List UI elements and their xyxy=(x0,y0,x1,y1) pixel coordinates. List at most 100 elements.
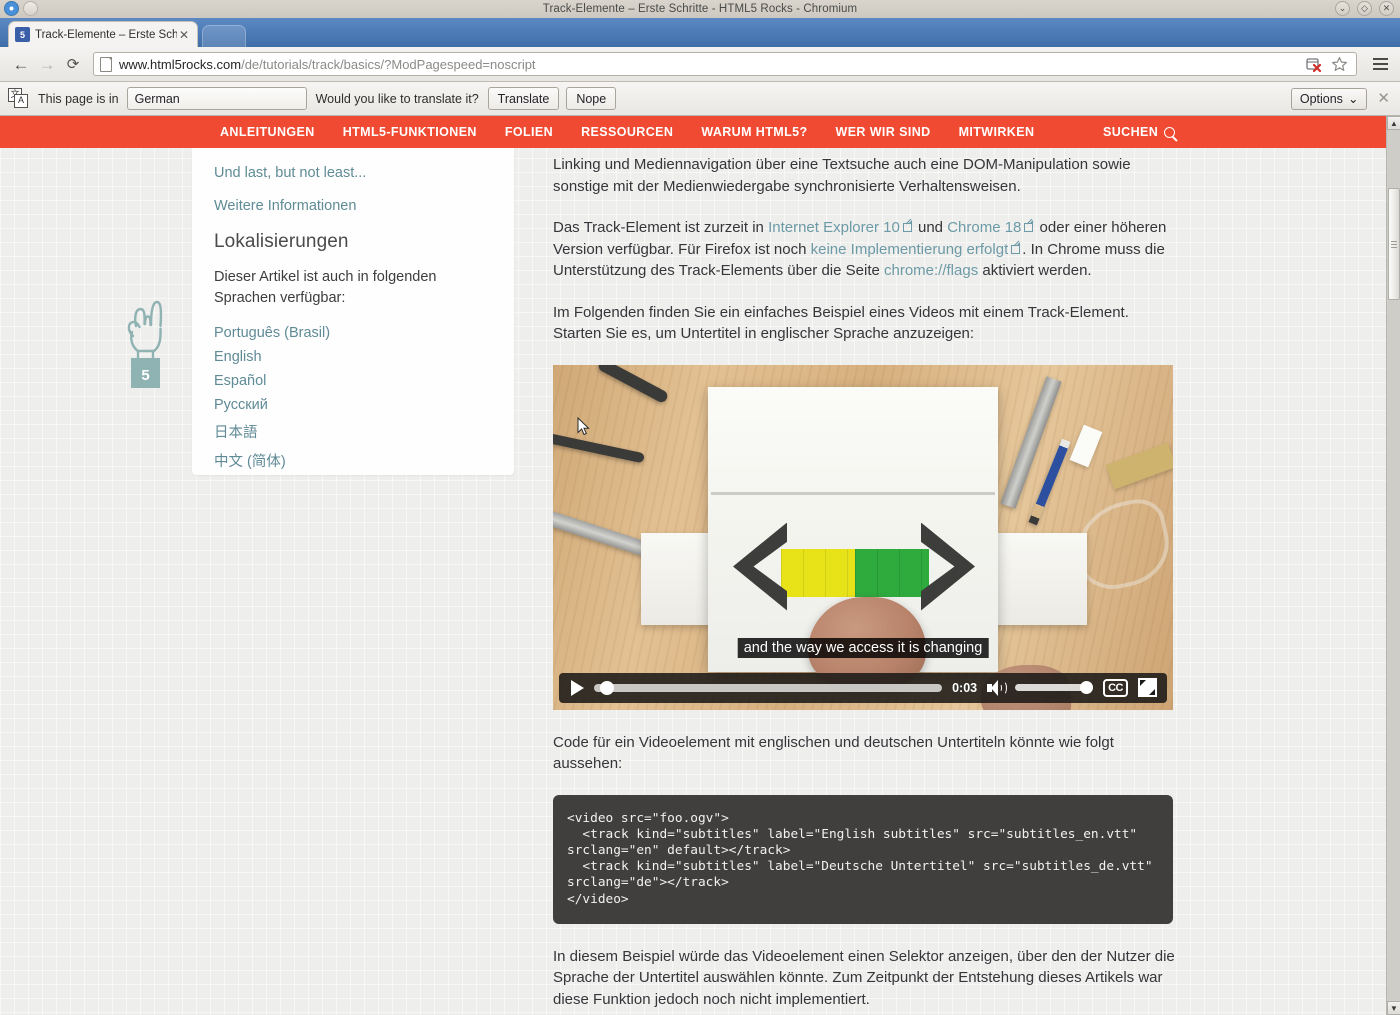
translate-bar-close-icon[interactable]: ✕ xyxy=(1377,91,1392,106)
language-link-russian[interactable]: Русский xyxy=(214,397,492,413)
link-internet-explorer-10[interactable]: Internet Explorer 10 xyxy=(768,219,900,236)
speaker-icon[interactable] xyxy=(987,679,1008,696)
code-snippet: <video src="foo.ogv"> <track kind="subti… xyxy=(567,810,1153,907)
fullscreen-icon[interactable] xyxy=(1138,678,1157,697)
site-nav-items: ANLEITUNGEN HTML5-FUNKTIONEN FOLIEN RESS… xyxy=(206,125,1048,139)
html5-shield-icon: 5 xyxy=(15,27,30,42)
site-navigation-bar: ANLEITUNGEN HTML5-FUNKTIONEN FOLIEN RESS… xyxy=(0,116,1386,148)
article-body: Linking und Mediennavigation über eine T… xyxy=(553,148,1178,1015)
color-blocks xyxy=(781,548,929,597)
url-domain: www.html5rocks.com xyxy=(119,56,242,72)
article-paragraph-5: In diesem Beispiel würde das Videoelemen… xyxy=(553,947,1175,1008)
external-link-icon xyxy=(902,220,912,232)
volume-slider[interactable] xyxy=(1015,681,1094,694)
language-link-chinese[interactable]: 中文 (简体) xyxy=(214,450,492,471)
paper-flap-left xyxy=(641,532,715,625)
close-button[interactable]: ✕ xyxy=(1379,1,1394,16)
article-paragraph-4: Code für ein Videoelement mit englischen… xyxy=(553,733,1114,773)
translate-bar-right: Options ⌄ ✕ xyxy=(1290,87,1392,110)
page-viewport: ANLEITUNGEN HTML5-FUNKTIONEN FOLIEN RESS… xyxy=(0,116,1400,1015)
new-tab-button[interactable] xyxy=(202,25,246,47)
forward-button[interactable]: → xyxy=(34,51,60,77)
scrollbar-thumb[interactable] xyxy=(1388,188,1400,300)
options-button[interactable]: Options ⌄ xyxy=(1290,87,1368,110)
window-title: Track-Elemente – Erste Schritte - HTML5 … xyxy=(542,3,858,15)
language-link-english[interactable]: English xyxy=(214,349,492,365)
tab-title: Track-Elemente – Erste Schritte - HTML5 … xyxy=(35,28,177,41)
nav-item-wer-wir-sind[interactable]: WER WIR SIND xyxy=(822,125,945,139)
progress-knob[interactable] xyxy=(600,680,614,695)
closed-captions-button[interactable]: CC xyxy=(1103,678,1128,697)
article-paragraph-2: Das Track-Element ist zurzeit in Interne… xyxy=(553,217,1178,282)
scroll-up-arrow[interactable]: ▲ xyxy=(1387,116,1400,130)
article-paragraph-1: Linking und Mediennavigation über eine T… xyxy=(553,156,1131,195)
language-select[interactable]: German ⌄ xyxy=(126,87,307,256)
nav-item-ressourcen[interactable]: RESSOURCEN xyxy=(567,125,687,139)
back-button[interactable]: ← xyxy=(8,51,34,77)
volume-knob[interactable] xyxy=(1080,681,1094,694)
video-current-time: 0:03 xyxy=(952,680,978,695)
titlebar-left-icons xyxy=(4,1,38,16)
video-controls-bar: 0:03 CC xyxy=(559,672,1167,703)
window-icon xyxy=(23,1,38,16)
video-player[interactable]: and the way we access it is changing 0:0… xyxy=(553,364,1173,710)
nope-button[interactable]: Nope xyxy=(566,87,617,110)
search-label: SUCHEN xyxy=(1103,125,1159,139)
hamburger-menu-icon[interactable] xyxy=(1368,51,1392,77)
sidebar-intro-text: Dieser Artikel ist auch in folgenden Spr… xyxy=(214,269,437,306)
site-search[interactable]: SUCHEN xyxy=(1103,116,1176,148)
mouse-cursor xyxy=(577,416,590,435)
tab-close-icon[interactable]: ✕ xyxy=(177,29,191,41)
article-paragraph-3: Im Folgenden finden Sie ein einfaches Be… xyxy=(553,303,1129,343)
reload-button[interactable]: ⟳ xyxy=(60,51,86,77)
chromium-logo-icon xyxy=(4,1,19,16)
address-bar[interactable]: www.html5rocks.com/de/tutorials/track/ba… xyxy=(93,52,1357,76)
html5-rock-hand-icon: 5 xyxy=(127,300,163,388)
nav-item-folien[interactable]: FOLIEN xyxy=(491,125,567,139)
link-chrome-flags[interactable]: chrome://flags xyxy=(884,262,978,279)
video-progress-slider[interactable] xyxy=(594,680,943,695)
link-keine-implementierung[interactable]: keine Implementierung erfolgt xyxy=(811,241,1009,258)
page-document-icon xyxy=(100,56,112,72)
browser-toolbar: ← → ⟳ www.html5rocks.com/de/tutorials/tr… xyxy=(0,47,1400,82)
translate-icon: 文 A xyxy=(8,87,30,110)
tab-strip: 5 Track-Elemente – Erste Schritte - HTML… xyxy=(0,18,1400,47)
p2-text-1: Das Track-Element ist zurzeit in xyxy=(553,219,769,236)
nav-item-mitwirken[interactable]: MITWIRKEN xyxy=(945,125,1049,139)
svg-text:5: 5 xyxy=(141,367,149,384)
translate-prefix-label: This page is in xyxy=(38,91,119,106)
sidebar-toc-link-1[interactable]: Und last, but not least... xyxy=(214,166,492,181)
code-block: <video src="foo.ogv"> <track kind="subti… xyxy=(553,794,1173,924)
url-path: /de/tutorials/track/basics/?ModPagespeed… xyxy=(241,56,536,72)
video-caption-text: and the way we access it is changing xyxy=(737,637,989,658)
scroll-down-arrow[interactable]: ▼ xyxy=(1387,1001,1400,1015)
cookie-blocked-icon[interactable] xyxy=(1305,56,1323,72)
language-link-japanese[interactable]: 日本語 xyxy=(214,421,492,442)
maximize-button[interactable]: ◇ xyxy=(1357,1,1372,16)
language-link-espanol[interactable]: Español xyxy=(214,373,492,389)
paper-flap-right xyxy=(991,532,1087,625)
nav-item-anleitungen[interactable]: ANLEITUNGEN xyxy=(206,125,329,139)
browser-tab[interactable]: 5 Track-Elemente – Erste Schritte - HTML… xyxy=(8,21,198,47)
play-icon[interactable] xyxy=(571,679,584,696)
translate-question-label: Would you like to translate it? xyxy=(315,91,479,106)
language-link-pt-br[interactable]: Português (Brasil) xyxy=(214,325,492,341)
nav-item-warum-html5[interactable]: WARUM HTML5? xyxy=(687,125,821,139)
translate-button[interactable]: Translate xyxy=(487,87,560,110)
link-chrome-18[interactable]: Chrome 18 xyxy=(947,219,1021,236)
window-titlebar: Track-Elemente – Erste Schritte - HTML5 … xyxy=(0,0,1400,18)
minimize-button[interactable]: ⌄ xyxy=(1335,1,1350,16)
p2-text-2: und xyxy=(913,219,948,236)
sidebar-toc-link-2[interactable]: Weitere Informationen xyxy=(214,198,492,214)
external-link-icon xyxy=(1011,241,1021,254)
translate-infobar: 文 A This page is in German ⌄ Would you l… xyxy=(0,82,1400,256)
window-controls[interactable]: ⌄ ◇ ✕ xyxy=(1335,1,1394,16)
yellow-blocks xyxy=(781,548,855,597)
language-select-value: German xyxy=(134,91,180,106)
search-loupe-icon xyxy=(1164,126,1176,138)
omnibox-actions xyxy=(1305,56,1350,72)
nav-item-html5-funktionen[interactable]: HTML5-FUNKTIONEN xyxy=(329,125,491,139)
bookmark-star-icon[interactable] xyxy=(1331,56,1348,72)
page-scrollbar[interactable]: ▲ ▼ xyxy=(1386,116,1400,1015)
external-link-icon xyxy=(1024,220,1034,232)
